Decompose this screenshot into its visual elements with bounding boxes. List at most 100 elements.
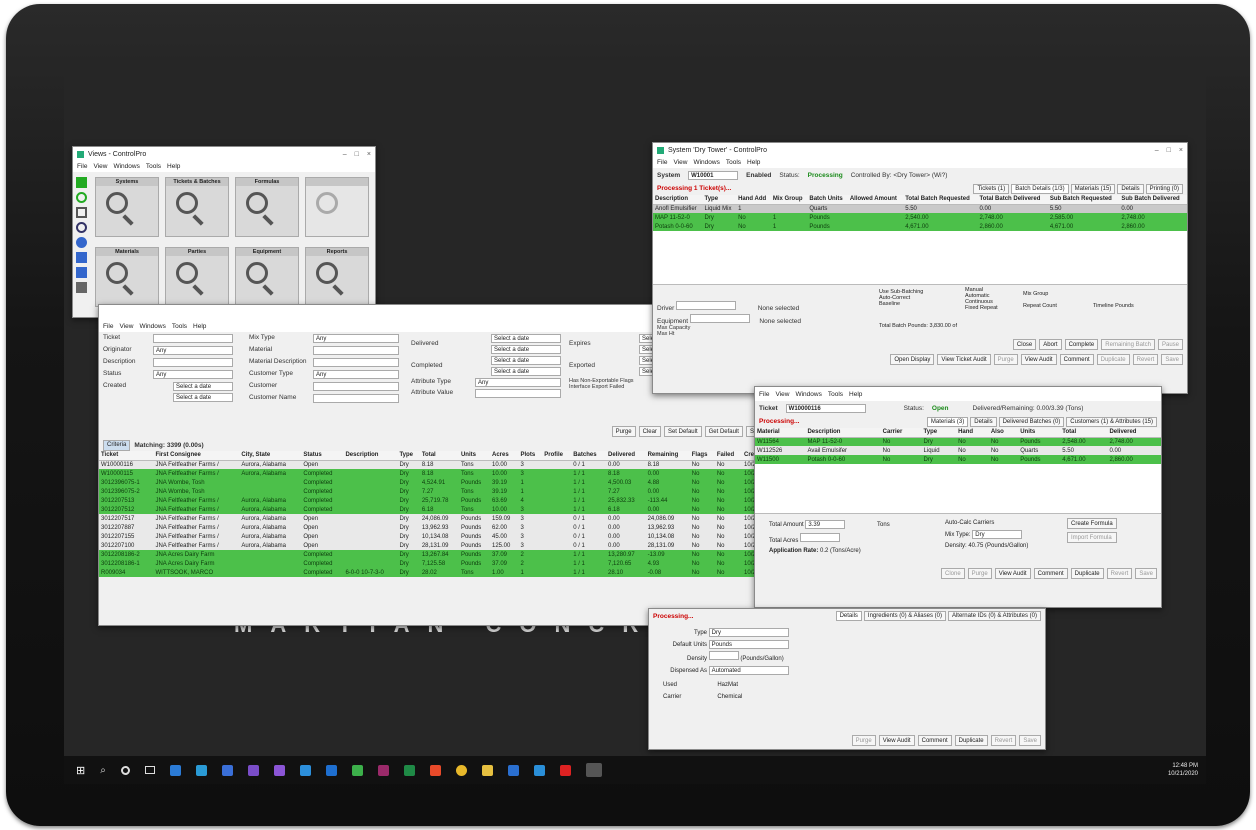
description-input[interactable]: [153, 358, 233, 367]
used-checkbox[interactable]: Used: [663, 679, 681, 691]
equipment-select[interactable]: [689, 314, 750, 323]
column-header[interactable]: Type: [921, 428, 957, 438]
menu-file[interactable]: File: [77, 163, 87, 170]
tile-tickets-batches[interactable]: Tickets & Batches: [165, 177, 229, 237]
dispensed-as-select[interactable]: Automated: [708, 666, 789, 675]
comment-button[interactable]: Comment: [1033, 568, 1068, 579]
table-row[interactable]: W11564 MAP 11-52-0 No Dry No No Pounds 2,548.00…: [755, 437, 1161, 446]
create-formula-button[interactable]: Create Formula: [1067, 518, 1117, 529]
customer-name-input[interactable]: [313, 394, 399, 403]
revert-button[interactable]: Revert: [990, 735, 1017, 746]
duplicate-button[interactable]: Duplicate: [954, 735, 988, 746]
table-row[interactable]: W11500 Potash 0-0-60 No Dry No No Pounds 4,671.…: [755, 455, 1161, 464]
revert-button[interactable]: Revert: [1132, 354, 1159, 365]
tab-customers-attributes[interactable]: Customers (1) & Attributes (15): [1066, 416, 1157, 427]
table-row[interactable]: 3012396075-2 JNA Wombe, Tosh Completed Dry 7…: [99, 487, 777, 496]
menu-tools[interactable]: Tools: [828, 391, 843, 398]
column-header[interactable]: Status: [301, 451, 344, 461]
task-view-icon[interactable]: [144, 766, 155, 774]
table-row[interactable]: 3012208186-1 JNA Acres Dairy Farm Complete…: [99, 559, 777, 568]
column-header[interactable]: Allowed Amount: [847, 195, 904, 205]
attribute-value-input[interactable]: [475, 389, 561, 398]
tab-details[interactable]: Details: [835, 611, 862, 621]
acrobat-icon[interactable]: [559, 764, 571, 776]
material-description-input[interactable]: [313, 358, 399, 367]
system-input[interactable]: W10001: [688, 170, 739, 180]
column-header[interactable]: Remaining: [645, 451, 690, 461]
cortana-icon[interactable]: [120, 765, 130, 775]
menu-help[interactable]: Help: [193, 323, 206, 330]
table-row[interactable]: MAP 11-52-0 Dry No 1 Pounds 2,540.00 2,748.00 2…: [653, 213, 1187, 222]
menu-view[interactable]: View: [119, 323, 133, 330]
menu-view[interactable]: View: [673, 159, 687, 166]
save-icon[interactable]: [76, 252, 87, 263]
tile-systems[interactable]: Systems: [95, 177, 159, 237]
menu-windows[interactable]: Windows: [139, 323, 165, 330]
ticket-input[interactable]: [153, 334, 233, 343]
logout-icon[interactable]: [76, 282, 87, 293]
maximize-icon[interactable]: □: [1167, 147, 1171, 154]
controlpro-taskbar-icon[interactable]: [585, 763, 602, 777]
tile-parties[interactable]: Parties: [165, 247, 229, 307]
tab-materials[interactable]: Materials (3): [926, 416, 969, 427]
excel-icon[interactable]: [403, 764, 415, 776]
tab-delivered-batches[interactable]: Delivered Batches (0): [998, 416, 1065, 427]
table-row[interactable]: W10000116 JNA Feltfeather Farms / Aurora, …: [99, 460, 777, 469]
delivered-from-date[interactable]: Select a date: [491, 334, 561, 343]
column-header[interactable]: Failed: [714, 451, 743, 461]
chat-icon[interactable]: [533, 764, 545, 776]
store-icon[interactable]: [221, 764, 233, 776]
import-formula-button[interactable]: Import Formula: [1067, 532, 1117, 543]
menu-file[interactable]: File: [759, 391, 769, 398]
column-header[interactable]: Batch Units: [807, 195, 848, 205]
delivered-to-date[interactable]: Select a date: [491, 345, 561, 354]
mode-fixed-repeat-radio[interactable]: Fixed Repeat: [965, 305, 998, 311]
column-header[interactable]: Units: [458, 451, 490, 461]
column-header[interactable]: Sub Batch Delivered: [1119, 195, 1187, 205]
start-icon[interactable]: ⊞: [76, 764, 85, 777]
tab-tickets[interactable]: Tickets (1): [973, 183, 1010, 194]
column-header[interactable]: Description: [805, 428, 881, 438]
column-header[interactable]: First Consignee: [153, 451, 240, 461]
close-icon[interactable]: ×: [1179, 147, 1183, 154]
duplicate-button[interactable]: Duplicate: [1096, 354, 1130, 365]
menu-view[interactable]: View: [775, 391, 789, 398]
chemical-checkbox[interactable]: Chemical: [717, 691, 742, 703]
menu-tools[interactable]: Tools: [172, 323, 187, 330]
mix-type-select[interactable]: Any: [313, 334, 399, 343]
search-icon[interactable]: ⌕: [100, 765, 106, 776]
save-button[interactable]: Save: [1019, 735, 1041, 746]
table-row[interactable]: 3012207512 JNA Feltfeather Farms / Aurora,…: [99, 505, 777, 514]
tab-alternate-ids[interactable]: Alternate IDs (0) & Attributes (0): [947, 611, 1041, 621]
column-header[interactable]: Total Batch Delivered: [977, 195, 1048, 205]
hazmat-checkbox[interactable]: HazMat: [717, 679, 742, 691]
default-units-select[interactable]: Pounds: [708, 640, 789, 649]
tab-printing[interactable]: Printing (0): [1145, 183, 1183, 194]
column-header[interactable]: Units: [1018, 428, 1061, 438]
table-row[interactable]: 3012207887 JNA Feltfeather Farms / Aurora,…: [99, 523, 777, 532]
tile-formulas[interactable]: Formulas: [235, 177, 299, 237]
edge-icon[interactable]: [169, 764, 181, 776]
created-to-date[interactable]: Select a date: [173, 393, 233, 402]
menu-windows[interactable]: Windows: [113, 163, 139, 170]
completed-to-date[interactable]: Select a date: [491, 367, 561, 376]
column-header[interactable]: Description: [343, 451, 398, 461]
column-header[interactable]: Profile: [542, 451, 572, 461]
save-button[interactable]: Save: [1135, 568, 1157, 579]
column-header[interactable]: Also: [988, 428, 1019, 438]
column-header[interactable]: Acres: [490, 451, 519, 461]
column-header[interactable]: Type: [397, 451, 420, 461]
view-audit-button[interactable]: View Audit: [994, 568, 1031, 579]
network-icon[interactable]: [76, 207, 87, 218]
tile-equipment[interactable]: Equipment: [235, 247, 299, 307]
density-input[interactable]: [708, 651, 739, 660]
table-row[interactable]: 3012207100 JNA Feltfeather Farms / Aurora,…: [99, 541, 777, 550]
explorer-icon[interactable]: [195, 764, 207, 776]
table-row[interactable]: Potash 0-0-60 Dry No 1 Pounds 4,671.00 2,860.0…: [653, 222, 1187, 231]
set-default-button[interactable]: Set Default: [663, 426, 702, 437]
complete-button[interactable]: Complete: [1064, 339, 1099, 350]
menu-tools[interactable]: Tools: [726, 159, 741, 166]
help-icon[interactable]: [76, 237, 87, 248]
purge-button[interactable]: Purge: [611, 426, 636, 437]
table-row[interactable]: 3012208186-2 JNA Acres Dairy Farm Complete…: [99, 550, 777, 559]
